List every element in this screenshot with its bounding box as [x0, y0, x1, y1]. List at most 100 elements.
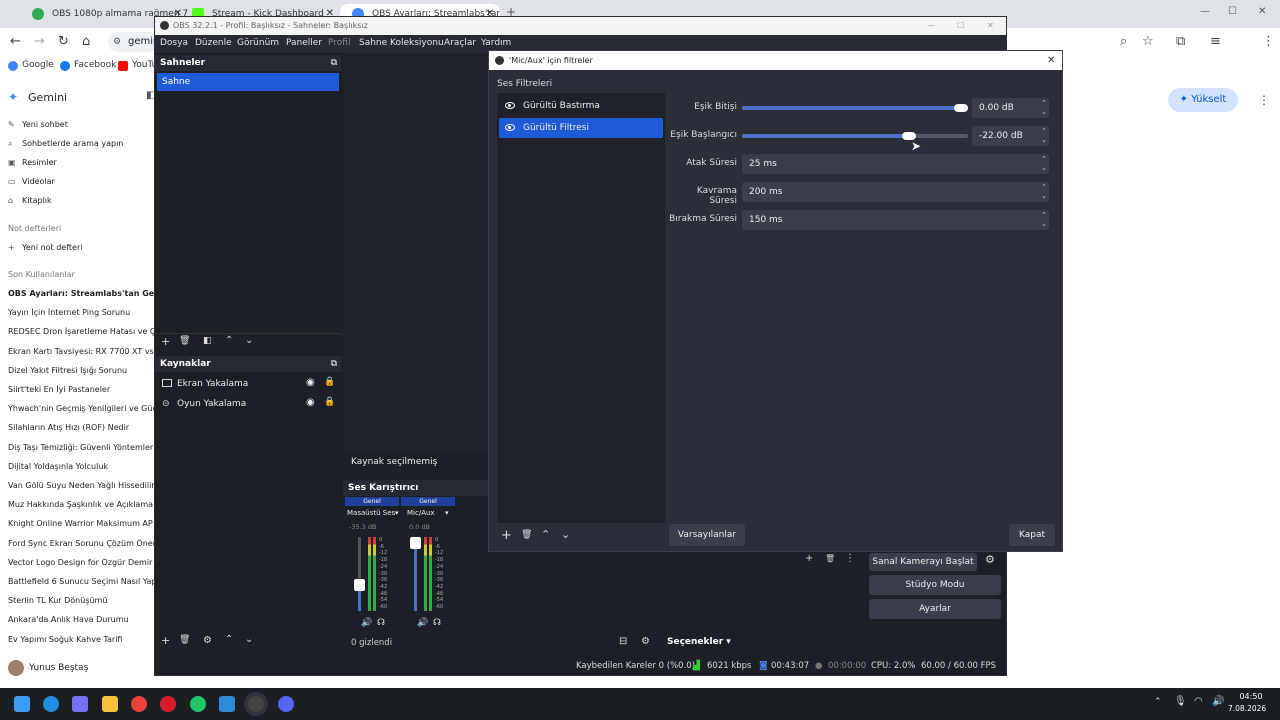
recent-chat-item[interactable]: Van Gölü Suyu Neden Yağlı Hissedilir	[8, 481, 158, 490]
volume-icon[interactable]: 🔊	[1212, 696, 1224, 707]
nav-videos[interactable]: ▭ Videolar	[8, 177, 158, 186]
windows-start-icon[interactable]	[14, 696, 30, 712]
undock-icon[interactable]: ⧉	[331, 356, 337, 372]
volume-fader-handle[interactable]	[354, 579, 365, 592]
browser-menu-icon[interactable]: ⋮	[1262, 34, 1275, 49]
tray-chevron-icon[interactable]: ⌃	[1154, 697, 1162, 707]
obs-maximize-icon[interactable]: ☐	[957, 17, 964, 35]
spin-arrows-icon[interactable]: ⌃ ⌄	[1041, 127, 1047, 145]
virtual-camera-settings-icon[interactable]: ⚙	[985, 553, 995, 566]
spin-arrows-icon[interactable]: ⌃ ⌄	[1041, 99, 1047, 117]
visibility-eye-icon[interactable]	[505, 102, 515, 109]
bookmark-star-icon[interactable]: ☆	[1142, 34, 1154, 49]
transition-more-icon[interactable]: ⋮	[845, 553, 855, 564]
user-avatar[interactable]	[8, 660, 24, 676]
obs-taskbar-icon[interactable]	[248, 696, 264, 712]
add-source-icon[interactable]: +	[161, 634, 170, 647]
options-menu[interactable]: Seçenekler ▾	[667, 637, 731, 647]
undock-icon[interactable]: ⧉	[331, 55, 337, 71]
move-down-icon[interactable]: ⌄	[561, 528, 570, 541]
back-icon[interactable]: ←	[10, 34, 21, 49]
menu-profile[interactable]: Profil	[328, 38, 350, 48]
recent-chat-item[interactable]: Yayın İçin İnternet Ping Sorunu	[8, 308, 158, 317]
extensions-icon[interactable]: ⧉	[1176, 34, 1185, 49]
reload-icon[interactable]: ↻	[58, 34, 69, 49]
nav-new-chat[interactable]: ✎ Yeni sohbet	[8, 120, 158, 129]
recent-chat-item[interactable]: Siirt'teki En İyi Pastaneler	[8, 385, 158, 394]
close-window-icon[interactable]: ✕	[1258, 6, 1266, 17]
spinbox[interactable]: 150 ms ⌃ ⌄	[742, 210, 1049, 230]
visibility-eye-icon[interactable]: ◉	[306, 377, 315, 388]
recent-chat-item[interactable]: Ev Yapımı Soğuk Kahve Tarifi	[8, 635, 158, 644]
scene-filter-icon[interactable]: ◧	[203, 336, 212, 346]
filter-item[interactable]: Gürültü Bastırma	[499, 96, 663, 116]
slider-handle[interactable]	[954, 104, 968, 112]
recent-chat-item[interactable]: Ekran Kartı Tavsiyesi: RX 7700 XT vs 406…	[8, 347, 158, 356]
opera-icon[interactable]	[160, 696, 176, 712]
spinbox[interactable]: 0.00 dB ⌃ ⌄	[972, 98, 1049, 118]
obs-minimize-icon[interactable]: —	[927, 17, 935, 35]
move-up-icon[interactable]: ⌃	[225, 335, 233, 346]
layout-icon[interactable]: ⊟	[619, 636, 627, 647]
recent-chat-item[interactable]: Vector Logo Design for Özgür Demir	[8, 558, 158, 567]
add-scene-icon[interactable]: +	[161, 335, 170, 348]
menu-view[interactable]: Görünüm	[237, 38, 279, 48]
monitor-headphones-icon[interactable]: ☊	[377, 618, 385, 628]
spinbox[interactable]: 25 ms ⌃ ⌄	[742, 154, 1049, 174]
defaults-button[interactable]: Varsayılanlar	[669, 524, 745, 546]
move-down-icon[interactable]: ⌄	[245, 634, 253, 645]
menu-docks[interactable]: Paneller	[286, 38, 322, 48]
dialog-close-icon[interactable]: ✕	[1047, 51, 1055, 70]
add-filter-icon[interactable]: +	[501, 528, 512, 543]
recent-chat-item[interactable]: Silahların Atış Hızı (ROF) Nedir	[8, 423, 158, 432]
minimize-icon[interactable]: —	[1200, 6, 1210, 17]
copilot-icon[interactable]	[72, 696, 88, 712]
recent-chat-item[interactable]: Ankara'da Anlık Hava Durumu	[8, 615, 158, 624]
home-icon[interactable]: ⌂	[82, 34, 90, 49]
start-virtual-camera-button[interactable]: Sanal Kamerayı Başlat	[869, 553, 977, 571]
whatsapp-icon[interactable]	[190, 696, 206, 712]
spinbox[interactable]: 200 ms ⌃ ⌄	[742, 182, 1049, 202]
bookmark-google[interactable]: Google	[8, 60, 54, 71]
discord-icon[interactable]	[278, 696, 294, 712]
recent-chat-item[interactable]: OBS Ayarları: Streamlabs'tan Geçiş Re...	[8, 289, 158, 298]
source-settings-icon[interactable]: ⚙	[203, 635, 212, 646]
settings-button[interactable]: Ayarlar	[869, 599, 1001, 619]
visibility-eye-icon[interactable]: ◉	[306, 397, 315, 408]
reading-list-icon[interactable]: ≡	[1210, 34, 1221, 49]
filter-item-selected[interactable]: Gürültü Filtresi	[499, 118, 663, 138]
menu-help[interactable]: Yardım	[481, 38, 511, 48]
spin-arrows-icon[interactable]: ⌃ ⌄	[1041, 155, 1047, 173]
recent-chat-item[interactable]: Muz Hakkında Şaşkınlık ve Açıklama	[8, 500, 158, 509]
speaker-icon[interactable]: 🔊	[361, 618, 372, 628]
recent-chat-item[interactable]: Dijital Yoldaşınla Yolculuk	[8, 462, 158, 471]
spinbox[interactable]: -22.00 dB ⌃ ⌄	[972, 126, 1049, 146]
zoom-icon[interactable]: ⌕	[1120, 34, 1127, 49]
move-up-icon[interactable]: ⌃	[541, 528, 550, 541]
preview-area[interactable]	[343, 53, 489, 453]
volume-fader-handle[interactable]	[410, 537, 421, 549]
edge-icon[interactable]	[43, 696, 59, 712]
scene-item[interactable]: Sahne	[157, 73, 339, 91]
source-item[interactable]: Ekran Yakalama ◉ 🔒	[155, 376, 341, 394]
address-bar[interactable]: ⚙ gemini	[108, 32, 162, 52]
recent-chat-item[interactable]: Sterlin TL Kur Dönüşümü	[8, 596, 158, 605]
recent-chat-item[interactable]: Battlefield 6 Sunucu Seçimi Nasıl Yapılı…	[8, 577, 158, 586]
lock-icon[interactable]: 🔒	[324, 377, 335, 387]
wifi-icon[interactable]: ◠	[1194, 696, 1203, 707]
remove-scene-icon[interactable]: 🗑	[179, 336, 190, 346]
spin-arrows-icon[interactable]: ⌃ ⌄	[1041, 211, 1047, 229]
menu-file[interactable]: Dosya	[160, 38, 188, 48]
lock-icon[interactable]: 🔒	[324, 397, 335, 407]
menu-scene-collection[interactable]: Sahne Koleksiyonu	[359, 38, 444, 48]
add-transition-icon[interactable]: +	[805, 553, 813, 564]
clock-date[interactable]: 7.08.2026	[1228, 704, 1266, 713]
nav-library[interactable]: ⌂ Kitaplık	[8, 196, 158, 205]
source-item[interactable]: ⊝ Oyun Yakalama ◉ 🔒	[155, 396, 341, 414]
clock-time[interactable]: 04:50	[1232, 692, 1270, 701]
chrome-icon[interactable]	[131, 696, 147, 712]
maximize-icon[interactable]: ☐	[1228, 6, 1237, 17]
recent-chat-item[interactable]: Diş Taşı Temizliği: Güvenli Yöntemler	[8, 443, 158, 452]
menu-edit[interactable]: Düzenle	[195, 38, 232, 48]
monitor-headphones-icon[interactable]: ☊	[433, 618, 441, 628]
